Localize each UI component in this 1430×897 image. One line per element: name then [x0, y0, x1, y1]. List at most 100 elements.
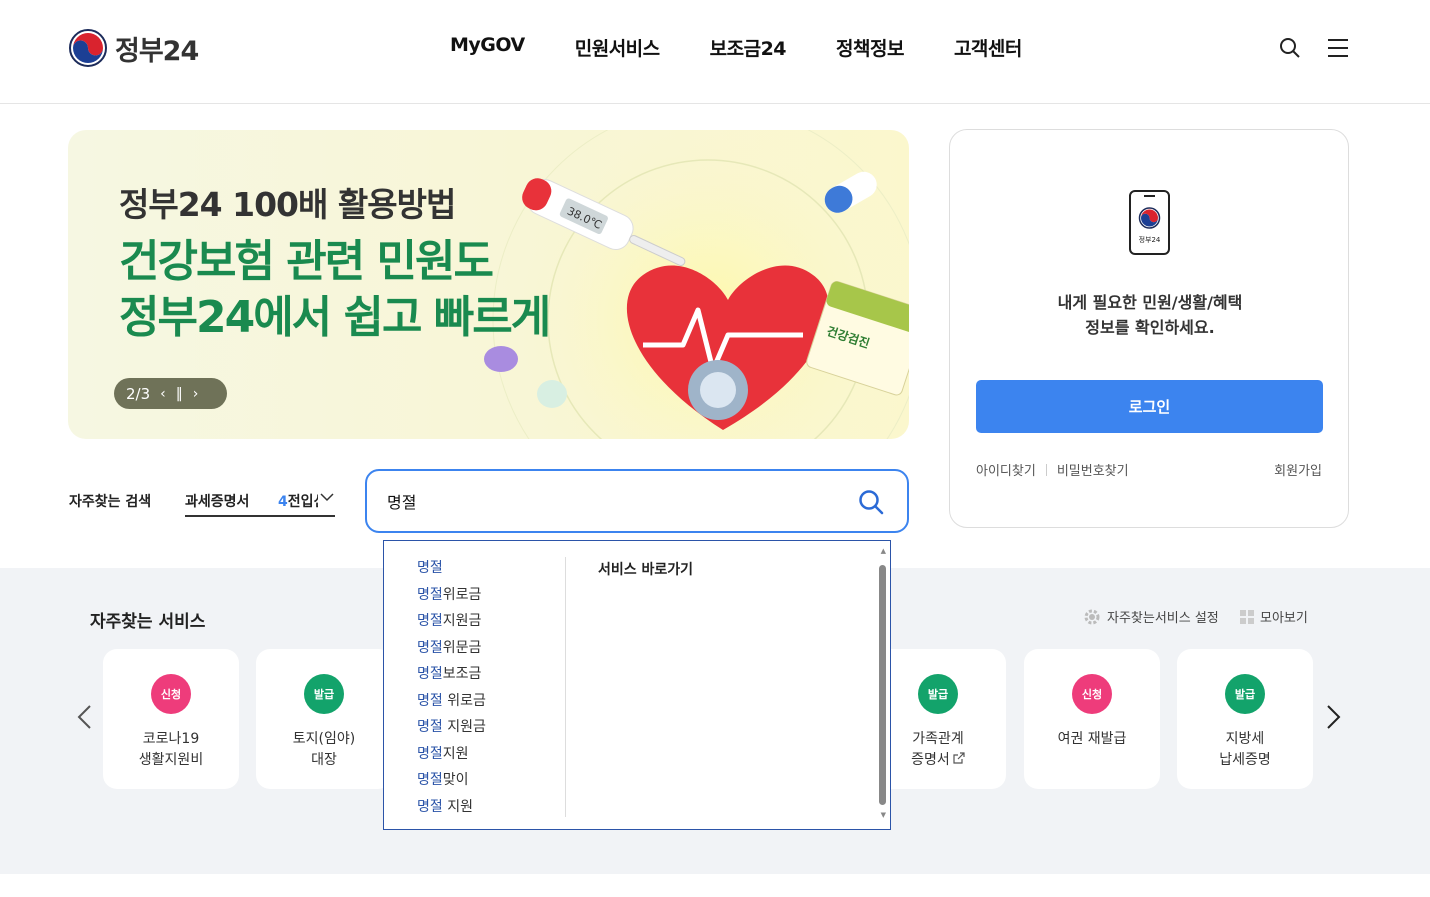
banner-headline: 정부24 100배 활용방법: [119, 185, 456, 224]
banner-page-indicator: 2/3: [126, 384, 151, 403]
suggestion-highlight: 명절: [417, 639, 443, 656]
suggestion-item[interactable]: 명절 위로금: [417, 690, 486, 717]
suggestion-item[interactable]: 명절위로금: [417, 584, 486, 611]
service-card-label-line2: 증명서: [911, 752, 950, 768]
search-icon[interactable]: [857, 488, 885, 516]
issue-badge: 발급: [918, 674, 958, 714]
nav-mygov[interactable]: MyGOV: [450, 34, 525, 61]
find-id-link[interactable]: 아이디찾기: [976, 460, 1036, 479]
mobile-app-icon: 정부24: [1129, 190, 1170, 255]
chevron-left-icon[interactable]: [76, 704, 94, 730]
search-box: [365, 469, 909, 533]
login-message-line1: 내게 필요한 민원/생활/혜택: [1057, 293, 1243, 312]
suggestion-item[interactable]: 명절지원금: [417, 610, 486, 637]
nav-civil-service[interactable]: 민원서비스: [575, 34, 660, 61]
suggestion-highlight: 명절: [417, 798, 443, 815]
frequent-search-rolling[interactable]: 4전입신고: [278, 491, 318, 511]
service-card-land-register[interactable]: 발급 토지(임야) 대장: [256, 649, 392, 789]
suggestion-highlight: 명절: [417, 613, 443, 629]
login-message: 내게 필요한 민원/생활/혜택 정보를 확인하세요.: [950, 290, 1350, 340]
suggestion-item[interactable]: 명절지원: [417, 743, 486, 770]
suggestion-item[interactable]: 명절: [417, 557, 486, 584]
service-card-label-line2: 생활지원비: [138, 752, 204, 768]
search-input[interactable]: [387, 487, 847, 515]
issue-badge: 발급: [1225, 674, 1265, 714]
services-view-all-button[interactable]: 모아보기: [1240, 607, 1308, 626]
header: 정부24 MyGOV 민원서비스 보조금24 정책정보 고객센터: [0, 0, 1430, 104]
banner-pause-icon[interactable]: ‖: [176, 386, 183, 402]
suggestion-highlight: 명절: [417, 772, 443, 788]
service-card-passport-reissue[interactable]: 신청 여권 재발급: [1024, 649, 1160, 789]
service-card-label: 지방세 납세증명: [1177, 729, 1313, 771]
menu-icon[interactable]: [1326, 36, 1350, 60]
service-card-label: 코로나19 생활지원비: [103, 729, 239, 771]
suggestion-text: 지원금: [442, 719, 486, 735]
account-links: 아이디찾기 비밀번호찾기: [976, 460, 1129, 479]
svg-text:정부24: 정부24: [1139, 235, 1161, 244]
signup-link[interactable]: 회원가입: [1274, 464, 1322, 479]
chevron-down-icon[interactable]: [318, 488, 336, 506]
suggestion-item[interactable]: 명절보조금: [417, 663, 486, 690]
search-icon[interactable]: [1278, 36, 1302, 60]
suggestion-text: 맞이: [442, 772, 469, 788]
taegeuk-logo-icon: [69, 29, 107, 67]
frequent-search-item[interactable]: 과세증명서: [185, 491, 249, 511]
signup-container: 회원가입: [1274, 460, 1322, 479]
scroll-down-icon[interactable]: ▼: [881, 811, 886, 819]
service-card-label: 여권 재발급: [1024, 729, 1160, 750]
suggestion-highlight: 명절: [417, 666, 443, 682]
search-autocomplete: 명절 명절위로금 명절지원금 명절위문금 명절보조금 명절 위로금 명절 지원금…: [383, 540, 891, 830]
service-card-label-line1: 토지(임야): [292, 731, 356, 747]
banner-pager: 2/3 ‹ ‖ ›: [114, 378, 227, 409]
chevron-right-icon[interactable]: [1324, 704, 1342, 730]
dropdown-scrollbar[interactable]: [879, 565, 886, 805]
banner-subheadline: 건강보험 관련 민원도 정부24에서 쉽고 빠르게: [119, 234, 551, 346]
nav-policy-info[interactable]: 정책정보: [836, 34, 904, 61]
service-card-covid-support[interactable]: 신청 코로나19 생활지원비: [103, 649, 239, 789]
login-panel: 정부24 내게 필요한 민원/생활/혜택 정보를 확인하세요. 로그인 아이디찾…: [949, 129, 1349, 528]
frequent-search-underline: [185, 515, 335, 517]
suggestion-text: 지원: [442, 798, 473, 815]
service-card-label: 토지(임야) 대장: [256, 729, 392, 771]
main-nav: MyGOV 민원서비스 보조금24 정책정보 고객센터: [450, 34, 1022, 61]
suggestion-highlight: 명절: [417, 692, 443, 709]
services-title: 자주찾는 서비스: [90, 612, 206, 632]
suggestion-highlight: 명절: [417, 745, 443, 762]
banner-prev-icon[interactable]: ‹: [160, 386, 166, 402]
scroll-up-icon[interactable]: ▲: [881, 547, 886, 555]
grid-icon: [1240, 609, 1254, 624]
logo[interactable]: 정부24: [69, 29, 199, 67]
suggestion-text: 위문금: [442, 639, 482, 656]
service-card-label-line2: 대장: [311, 752, 337, 768]
suggestion-list: 명절 명절위로금 명절지원금 명절위문금 명절보조금 명절 위로금 명절 지원금…: [417, 557, 486, 822]
services-view-all-label: 모아보기: [1260, 611, 1308, 626]
login-button[interactable]: 로그인: [976, 380, 1323, 433]
service-card-label-line1: 코로나19: [142, 731, 200, 747]
suggestion-text: 지원금: [442, 613, 482, 629]
main-banner[interactable]: 38.0℃ 건강검진 정부24 100배 활용방법 건강보험 관련 민원도 정부…: [68, 130, 909, 439]
service-shortcut-title: 서비스 바로가기: [598, 562, 694, 578]
nav-subsidy24[interactable]: 보조금24: [710, 34, 787, 61]
services-settings-button[interactable]: 자주찾는서비스 설정: [1083, 607, 1219, 626]
suggestion-item[interactable]: 명절 지원금: [417, 716, 486, 743]
rank-number: 4: [278, 494, 288, 510]
service-card-label-line1: 여권 재발급: [1057, 731, 1127, 747]
logo-text: 정부24: [115, 35, 199, 67]
service-card-local-tax-certificate[interactable]: 발급 지방세 납세증명: [1177, 649, 1313, 789]
suggestion-text: 지원: [442, 745, 469, 762]
frequent-search-label: 자주찾는 검색: [69, 494, 152, 510]
suggestion-item[interactable]: 명절맞이: [417, 769, 486, 796]
suggestion-text: 위로금: [442, 692, 486, 709]
divider: [1045, 463, 1047, 476]
suggestion-highlight: 명절: [417, 719, 443, 735]
dropdown-divider: [565, 557, 566, 817]
nav-customer-center[interactable]: 고객센터: [954, 34, 1022, 61]
service-card-label-line1: 지방세: [1225, 731, 1265, 747]
suggestion-item[interactable]: 명절 지원: [417, 796, 486, 823]
suggestion-item[interactable]: 명절위문금: [417, 637, 486, 664]
apply-badge: 신청: [151, 674, 191, 714]
banner-next-icon[interactable]: ›: [193, 386, 199, 402]
services-settings-label: 자주찾는서비스 설정: [1107, 611, 1219, 626]
find-password-link[interactable]: 비밀번호찾기: [1057, 460, 1129, 479]
header-icons: [1278, 36, 1350, 60]
